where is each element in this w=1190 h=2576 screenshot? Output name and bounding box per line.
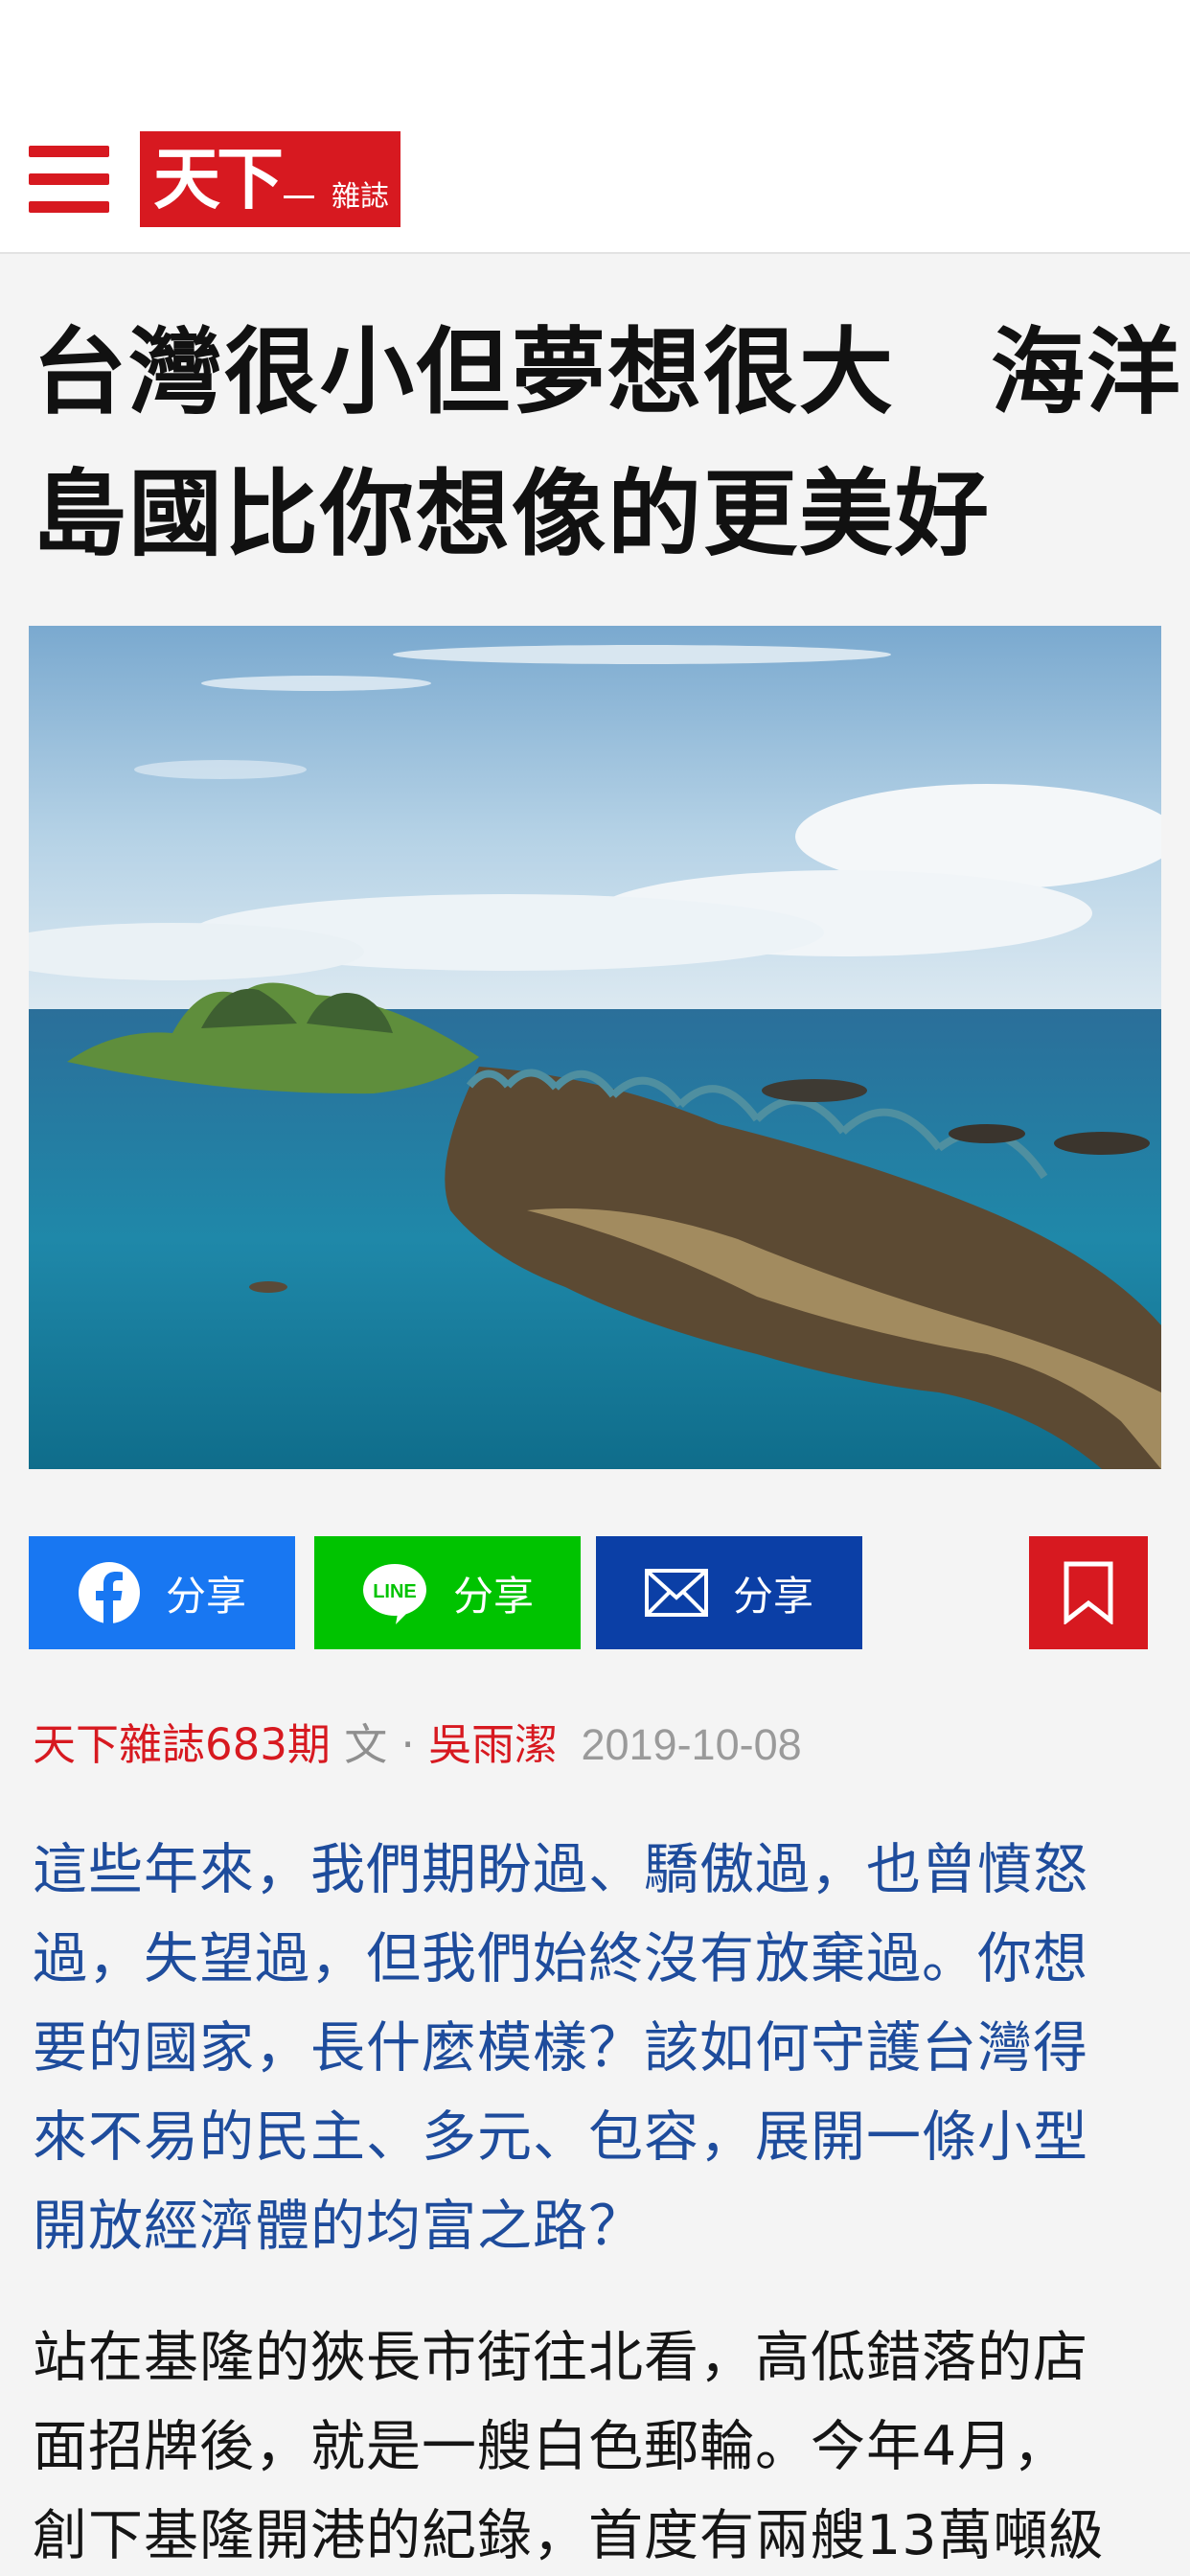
byline-prefix: 文 · bbox=[344, 1719, 429, 1770]
facebook-share-label: 分享 bbox=[165, 1572, 246, 1620]
mail-icon bbox=[644, 1569, 708, 1617]
magazine-issue-link[interactable]: 天下雜誌683期 bbox=[33, 1719, 331, 1770]
mail-share-label: 分享 bbox=[732, 1572, 813, 1620]
site-header: 天下 雜誌 bbox=[0, 105, 1190, 254]
coastal-islet-with-arched-bridge bbox=[29, 626, 1161, 1469]
article-title-line: 台灣很小但夢想很大 海洋 bbox=[33, 318, 1183, 427]
logo-main-text: 天下 bbox=[153, 138, 284, 218]
hamburger-menu-icon[interactable] bbox=[29, 145, 109, 213]
site-logo[interactable]: 天下 雜誌 bbox=[140, 130, 400, 227]
body-line: 站在基隆的狹長市街往北看，高低錯落的店 bbox=[33, 2326, 1088, 2389]
line-share-button[interactable]: LINE 分享 bbox=[314, 1536, 581, 1649]
article-title: 台灣很小但夢想很大 海洋 島國比你想像的更美好 bbox=[33, 302, 1183, 586]
share-bar: 分享 LINE 分享 分享 bbox=[29, 1536, 1161, 1649]
article-meta: 天下雜誌683期 文 · 吳雨潔 2019-10-08 bbox=[33, 1716, 1157, 1774]
bookmark-icon bbox=[1064, 1561, 1113, 1624]
line-logo-text: LINE bbox=[373, 1581, 417, 1602]
line-icon: LINE bbox=[361, 1561, 428, 1624]
lead-line: 這些年來，我們期盼過、驕傲過，也曾憤怒 bbox=[33, 1838, 1088, 1901]
article-body: 站在基隆的狹長市街往北看，高低錯落的店 面招牌後，就是一艘白色郵輪。今年4月， … bbox=[33, 2313, 1157, 2576]
bookmark-button[interactable] bbox=[1029, 1536, 1148, 1649]
facebook-icon bbox=[78, 1561, 141, 1624]
lead-line: 來不易的民主、多元、包容，展開一條小型 bbox=[33, 2105, 1088, 2169]
publish-date: 2019-10-08 bbox=[581, 1720, 802, 1769]
status-bar bbox=[0, 0, 1190, 105]
lead-line: 要的國家，長什麼模樣？該如何守護台灣得 bbox=[33, 2016, 1088, 2080]
article-title-line: 島國比你想像的更美好 bbox=[33, 460, 992, 569]
author-link[interactable]: 吳雨潔 bbox=[428, 1719, 558, 1770]
article-lead: 這些年來，我們期盼過、驕傲過，也曾憤怒 過，失望過，但我們始終沒有放棄過。你想 … bbox=[33, 1826, 1157, 2271]
body-line: 創下基隆開港的紀錄，首度有兩艘13萬噸級 bbox=[33, 2504, 1105, 2567]
facebook-share-button[interactable]: 分享 bbox=[29, 1536, 295, 1649]
hero-image bbox=[29, 626, 1161, 1469]
body-line: 面招牌後，就是一艘白色郵輪。今年4月， bbox=[33, 2415, 1069, 2478]
lead-line: 過，失望過，但我們始終沒有放棄過。你想 bbox=[33, 1927, 1088, 1990]
mail-share-button[interactable]: 分享 bbox=[596, 1536, 862, 1649]
logo-sub-text: 雜誌 bbox=[332, 179, 389, 214]
lead-line: 開放經濟體的均富之路？ bbox=[33, 2195, 644, 2258]
line-share-label: 分享 bbox=[452, 1572, 534, 1620]
